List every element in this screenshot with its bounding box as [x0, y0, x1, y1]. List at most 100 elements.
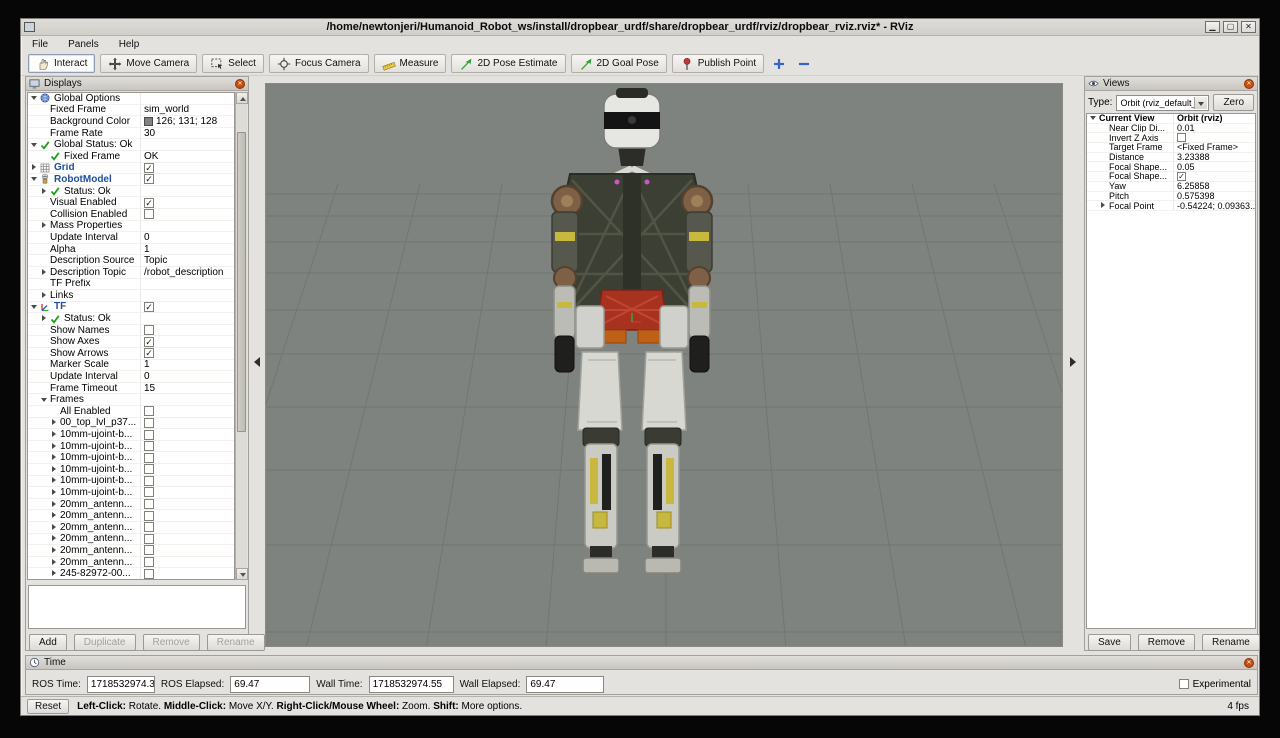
property-row-245-82972-00[interactable]: 245-82972-00...: [28, 568, 234, 580]
checkbox-unchecked[interactable]: [144, 499, 154, 509]
time-close-icon[interactable]: ✕: [1244, 658, 1254, 668]
expander-closed-icon[interactable]: [1099, 201, 1109, 210]
tool-interact-button[interactable]: Interact: [28, 54, 95, 73]
remove-tool-button[interactable]: [794, 54, 814, 73]
property-row-grid[interactable]: Grid✓: [28, 163, 234, 175]
property-row-20mm-antenn[interactable]: 20mm_antenn...: [28, 534, 234, 546]
property-row-mass-properties[interactable]: Mass Properties: [28, 221, 234, 233]
property-value[interactable]: 0.575398: [1177, 192, 1215, 201]
expander-closed-icon[interactable]: [50, 568, 60, 579]
property-row-show-axes[interactable]: Show Axes✓: [28, 336, 234, 348]
checkbox-checked[interactable]: ✓: [144, 174, 154, 184]
tool-focus-camera-button[interactable]: Focus Camera: [269, 54, 369, 73]
checkbox-checked[interactable]: ✓: [144, 198, 154, 208]
displays-scrollbar[interactable]: [235, 92, 247, 580]
property-row-update-interval[interactable]: Update Interval0: [28, 371, 234, 383]
view-type-dropdown[interactable]: Orbit (rviz_default_: [1116, 95, 1209, 111]
property-row-global-status-ok[interactable]: Global Status: Ok: [28, 139, 234, 151]
collapse-left-dock-icon[interactable]: [254, 357, 260, 367]
views-save-button[interactable]: Save: [1088, 634, 1131, 651]
wall-time-input[interactable]: 1718532974.55: [369, 676, 454, 693]
property-value[interactable]: 15: [144, 383, 155, 394]
scroll-thumb[interactable]: [237, 132, 246, 432]
displays-close-icon[interactable]: ✕: [235, 79, 245, 89]
maximize-button[interactable]: ▢: [1223, 21, 1238, 33]
experimental-checkbox[interactable]: [1179, 679, 1189, 689]
property-value[interactable]: 1: [144, 244, 150, 255]
property-row-fixed-frame[interactable]: Fixed FrameOK: [28, 151, 234, 163]
time-panel-header[interactable]: Time ✕: [26, 656, 1257, 670]
property-row-show-arrows[interactable]: Show Arrows✓: [28, 348, 234, 360]
checkbox-unchecked[interactable]: [144, 545, 154, 555]
checkbox-unchecked[interactable]: [144, 325, 154, 335]
checkbox-unchecked[interactable]: [144, 453, 154, 463]
expander-open-icon[interactable]: [30, 174, 40, 185]
property-row-description-topic[interactable]: Description Topic/robot_description: [28, 267, 234, 279]
views-remove-button[interactable]: Remove: [1138, 634, 1195, 651]
checkbox-unchecked[interactable]: [144, 418, 154, 428]
expander-open-icon[interactable]: [30, 302, 40, 313]
property-row-collision-enabled[interactable]: Collision Enabled: [28, 209, 234, 221]
property-row-00-top-lvl-p37[interactable]: 00_top_lvl_p37...: [28, 418, 234, 430]
property-row-show-names[interactable]: Show Names: [28, 325, 234, 337]
property-row-frame-timeout[interactable]: Frame Timeout15: [28, 383, 234, 395]
property-value[interactable]: 126; 131; 128: [156, 116, 217, 127]
property-value[interactable]: 6.25858: [1177, 182, 1210, 191]
property-row-background-color[interactable]: Background Color126; 131; 128: [28, 116, 234, 128]
checkbox-checked[interactable]: ✓: [144, 302, 154, 312]
expander-closed-icon[interactable]: [30, 163, 40, 174]
checkbox-unchecked[interactable]: [1177, 133, 1186, 142]
menu-file[interactable]: File: [30, 38, 50, 51]
checkbox-checked[interactable]: ✓: [144, 348, 154, 358]
tool-move-camera-button[interactable]: Move Camera: [100, 54, 197, 73]
titlebar[interactable]: /home/newtonjeri/Humanoid_Robot_ws/insta…: [21, 19, 1259, 36]
property-value[interactable]: 0: [144, 371, 150, 382]
property-value[interactable]: 30: [144, 128, 155, 139]
menu-panels[interactable]: Panels: [66, 38, 101, 51]
expander-open-icon[interactable]: [30, 93, 40, 104]
property-row-focal-point[interactable]: Focal Point-0.54224; 0.09363...: [1087, 201, 1255, 211]
expander-closed-icon[interactable]: [40, 186, 50, 197]
property-row-fixed-frame[interactable]: Fixed Framesim_world: [28, 105, 234, 117]
displays-add-button[interactable]: Add: [29, 634, 67, 651]
property-row-status-ok[interactable]: Status: Ok: [28, 186, 234, 198]
property-value[interactable]: sim_world: [144, 105, 189, 116]
property-value[interactable]: /robot_description: [144, 267, 224, 278]
reset-button[interactable]: Reset: [27, 699, 69, 714]
property-row-20mm-antenn[interactable]: 20mm_antenn...: [28, 557, 234, 569]
add-tool-button[interactable]: [769, 54, 789, 73]
ros-time-input[interactable]: 1718532974.32: [87, 676, 155, 693]
expander-closed-icon[interactable]: [50, 429, 60, 440]
property-row-target-frame[interactable]: Target Frame<Fixed Frame>: [1087, 143, 1255, 153]
property-row-10mm-ujoint-b[interactable]: 10mm-ujoint-b...: [28, 464, 234, 476]
scroll-down-icon[interactable]: [236, 568, 248, 580]
property-row-focal-shape[interactable]: Focal Shape...✓: [1087, 172, 1255, 182]
checkbox-unchecked[interactable]: [144, 569, 154, 579]
expander-closed-icon[interactable]: [50, 452, 60, 463]
expander-closed-icon[interactable]: [40, 290, 50, 301]
wall-elapsed-input[interactable]: 69.47: [526, 676, 604, 693]
checkbox-unchecked[interactable]: [144, 534, 154, 544]
property-row-10mm-ujoint-b[interactable]: 10mm-ujoint-b...: [28, 476, 234, 488]
expander-open-icon[interactable]: [40, 394, 50, 405]
property-row-all-enabled[interactable]: All Enabled: [28, 406, 234, 418]
property-value[interactable]: 1: [144, 360, 150, 371]
property-row-yaw[interactable]: Yaw6.25858: [1087, 182, 1255, 192]
tool-2d-goal-pose-button[interactable]: 2D Goal Pose: [571, 54, 667, 73]
property-row-20mm-antenn[interactable]: 20mm_antenn...: [28, 545, 234, 557]
property-row-update-interval[interactable]: Update Interval0: [28, 232, 234, 244]
property-row-links[interactable]: Links: [28, 290, 234, 302]
property-value[interactable]: 0.05: [1177, 162, 1195, 171]
expander-closed-icon[interactable]: [50, 499, 60, 510]
menu-help[interactable]: Help: [117, 38, 142, 51]
expander-open-icon[interactable]: [1089, 114, 1099, 123]
views-rename-button[interactable]: Rename: [1202, 634, 1260, 651]
experimental-option[interactable]: Experimental: [1179, 679, 1251, 690]
tool-2d-pose-estimate-button[interactable]: 2D Pose Estimate: [451, 54, 565, 73]
displays-panel-header[interactable]: Displays ✕: [26, 77, 248, 91]
expander-closed-icon[interactable]: [50, 545, 60, 556]
expander-closed-icon[interactable]: [50, 522, 60, 533]
property-row-description-source[interactable]: Description SourceTopic: [28, 255, 234, 267]
views-close-icon[interactable]: ✕: [1244, 79, 1254, 89]
expander-closed-icon[interactable]: [50, 476, 60, 487]
